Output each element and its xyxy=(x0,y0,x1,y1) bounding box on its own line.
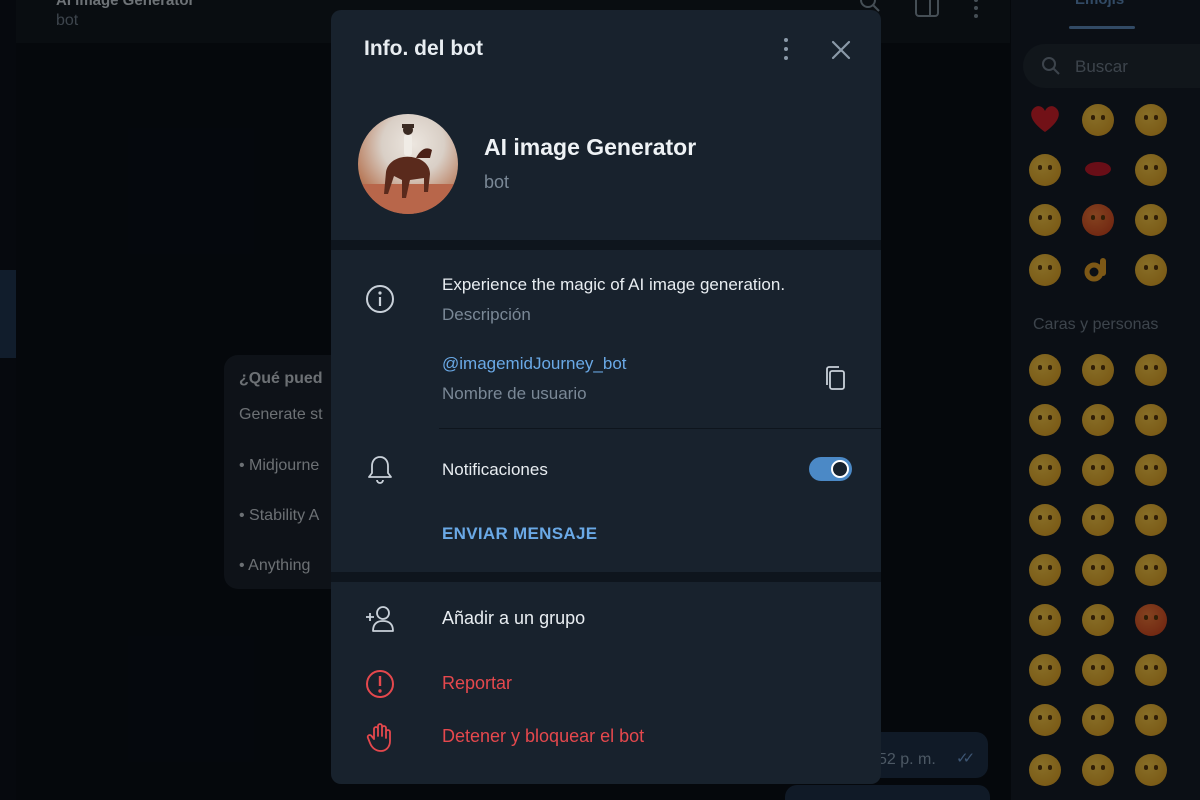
add-to-group-button[interactable]: Añadir a un grupo xyxy=(331,594,881,644)
notifications-toggle[interactable] xyxy=(809,457,852,481)
section-separator xyxy=(331,240,881,250)
username-label: Nombre de usuario xyxy=(442,384,587,403)
notifications-label: Notificaciones xyxy=(442,460,548,479)
stop-hand-icon xyxy=(366,723,391,752)
report-label: Reportar xyxy=(442,673,513,693)
add-to-group-label: Añadir a un grupo xyxy=(442,608,586,628)
add-user-icon xyxy=(366,606,394,632)
toggle-knob xyxy=(831,460,849,478)
report-icon xyxy=(366,670,394,698)
block-bot-label: Detener y bloquear el bot xyxy=(442,726,645,746)
block-bot-button[interactable]: Detener y bloquear el bot xyxy=(331,712,881,762)
section-separator xyxy=(331,572,881,582)
close-icon[interactable] xyxy=(829,38,853,62)
info-icon xyxy=(366,285,394,313)
bot-name: AI image Generator xyxy=(484,134,697,160)
dialog-title: Info. del bot xyxy=(364,37,483,60)
copy-icon[interactable] xyxy=(823,365,847,393)
more-options-icon[interactable] xyxy=(778,36,794,62)
horse-rider-image xyxy=(358,124,458,214)
bot-avatar[interactable] xyxy=(358,114,458,214)
bot-type-label: bot xyxy=(484,172,510,192)
bot-username[interactable]: @imagemidJourney_bot xyxy=(442,354,627,374)
send-message-button[interactable]: ENVIAR MENSAJE xyxy=(442,524,597,544)
bot-description[interactable]: Experience the magic of AI image generat… xyxy=(442,275,785,295)
divider xyxy=(439,428,881,429)
bell-icon xyxy=(368,456,392,484)
report-button[interactable]: Reportar xyxy=(331,659,881,709)
description-label: Descripción xyxy=(442,305,531,324)
bot-info-dialog: Info. del bot AI image Generator bot Exp… xyxy=(331,10,881,784)
